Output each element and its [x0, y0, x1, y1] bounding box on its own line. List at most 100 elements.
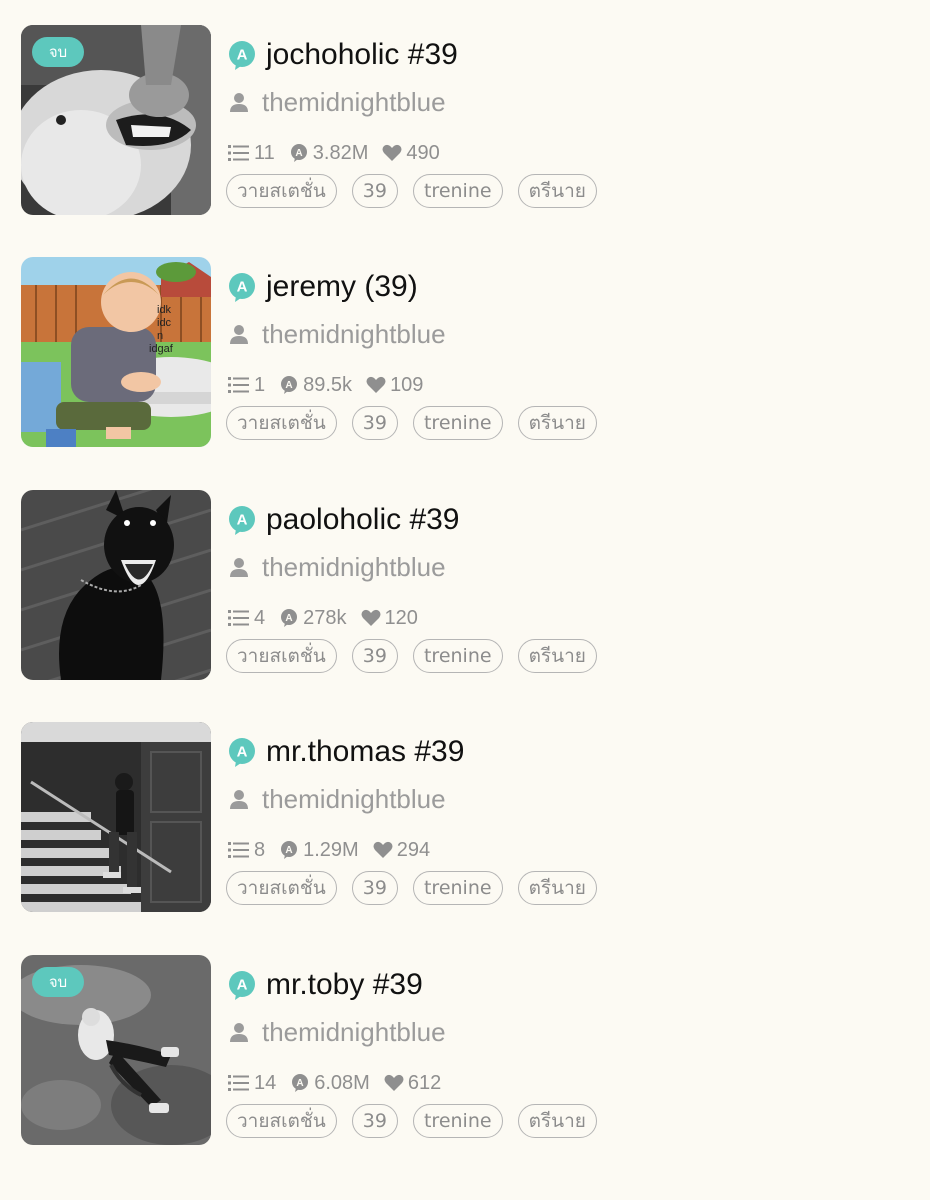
app-logo-icon: A — [226, 969, 258, 1001]
person-icon — [228, 1021, 250, 1043]
story-card[interactable]: A paoloholic #39 themidnightblue 4 A 278… — [0, 490, 930, 682]
tag-chip[interactable]: 39 — [351, 639, 398, 673]
tag-chip[interactable]: ตรีนาย — [517, 174, 597, 208]
tag-chip[interactable]: วายสเตชั่น — [226, 639, 337, 673]
story-title[interactable]: mr.thomas #39 — [266, 735, 464, 769]
cover-text: idk — [157, 304, 172, 316]
status-badge: จบ — [32, 967, 84, 997]
status-badge: จบ — [32, 37, 84, 67]
like-count: 109 — [366, 374, 423, 397]
cover-cartoon-boy-meme: idk idc n idgaf — [21, 257, 211, 447]
views-icon: A — [290, 144, 307, 162]
svg-text:A: A — [286, 380, 293, 391]
list-icon — [228, 145, 249, 161]
like-count: 294 — [373, 839, 430, 862]
story-title[interactable]: paoloholic #39 — [266, 503, 460, 537]
tag-chip[interactable]: วายสเตชั่น — [226, 406, 337, 440]
heart-icon — [361, 609, 380, 626]
author-name[interactable]: themidnightblue — [262, 784, 446, 815]
list-icon — [228, 1075, 249, 1091]
story-cover[interactable]: จบ — [21, 25, 211, 215]
tag-chip[interactable]: trenine — [412, 1104, 503, 1138]
views-icon: A — [281, 841, 298, 859]
list-icon — [228, 842, 249, 858]
story-cover[interactable]: idk idc n idgaf — [21, 257, 211, 447]
tag-chip[interactable]: 39 — [351, 1104, 398, 1138]
story-title[interactable]: jochoholic #39 — [266, 38, 458, 72]
tag-chip[interactable]: วายสเตชั่น — [226, 174, 337, 208]
tag-chip[interactable]: ตรีนาย — [517, 406, 597, 440]
svg-text:A: A — [295, 148, 302, 159]
chapter-count: 1 — [228, 374, 265, 397]
person-icon — [228, 556, 250, 578]
story-card[interactable]: idk idc n idgaf A jeremy (39) themidnigh… — [0, 257, 930, 449]
svg-text:A: A — [237, 977, 248, 994]
app-logo-icon: A — [226, 39, 258, 71]
views-icon: A — [292, 1074, 309, 1092]
svg-text:A: A — [286, 613, 293, 624]
story-cover[interactable] — [21, 722, 211, 912]
views-icon: A — [281, 376, 298, 394]
svg-text:A: A — [237, 279, 248, 296]
person-icon — [228, 323, 250, 345]
view-count: A 278k — [279, 607, 347, 630]
list-icon — [228, 377, 249, 393]
chapter-count: 14 — [228, 1072, 276, 1095]
svg-text:A: A — [237, 47, 248, 64]
svg-text:A: A — [237, 512, 248, 529]
heart-icon — [373, 841, 393, 858]
person-icon — [228, 91, 250, 113]
chapter-count: 11 — [228, 142, 275, 165]
cover-text: idc — [157, 317, 172, 329]
story-cover[interactable]: จบ — [21, 955, 211, 1145]
like-count: 490 — [382, 142, 440, 165]
view-count: A 89.5k — [279, 374, 352, 397]
svg-text:A: A — [297, 1078, 304, 1089]
like-count: 120 — [361, 607, 418, 630]
tag-chip[interactable]: 39 — [351, 406, 398, 440]
app-logo-icon: A — [226, 271, 258, 303]
list-icon — [228, 610, 249, 626]
like-count: 612 — [384, 1072, 441, 1095]
cover-man-on-stairs — [21, 722, 211, 912]
cover-text: idgaf — [149, 343, 174, 355]
heart-icon — [366, 376, 386, 393]
tag-chip[interactable]: 39 — [351, 871, 398, 905]
story-card[interactable]: จบ A mr.toby #39 themidnightblue 14 A 6.… — [0, 955, 930, 1147]
tag-chip[interactable]: วายสเตชั่น — [226, 1104, 337, 1138]
tag-chip[interactable]: trenine — [412, 406, 503, 440]
author-name[interactable]: themidnightblue — [262, 87, 446, 118]
view-count: A 6.08M — [290, 1072, 370, 1095]
tag-chip[interactable]: trenine — [412, 639, 503, 673]
chapter-count: 4 — [228, 607, 265, 630]
cover-text: n — [157, 330, 163, 342]
app-logo-icon: A — [226, 736, 258, 768]
heart-icon — [384, 1074, 404, 1091]
view-count: A 3.82M — [289, 142, 368, 165]
story-title[interactable]: mr.toby #39 — [266, 968, 423, 1002]
tag-chip[interactable]: วายสเตชั่น — [226, 871, 337, 905]
story-cover[interactable] — [21, 490, 211, 680]
view-count: A 1.29M — [279, 839, 359, 862]
app-logo-icon: A — [226, 504, 258, 536]
tag-chip[interactable]: ตรีนาย — [517, 639, 597, 673]
tag-chip[interactable]: trenine — [412, 174, 503, 208]
person-icon — [228, 788, 250, 810]
svg-text:A: A — [237, 744, 248, 761]
tag-chip[interactable]: ตรีนาย — [517, 871, 597, 905]
author-name[interactable]: themidnightblue — [262, 1017, 446, 1048]
story-card[interactable]: A mr.thomas #39 themidnightblue 8 A 1.29… — [0, 722, 930, 914]
tag-chip[interactable]: trenine — [412, 871, 503, 905]
story-title[interactable]: jeremy (39) — [266, 270, 418, 304]
cover-black-doberman — [21, 490, 211, 680]
story-list: จบ A jochoholic #39 themidnightblue 11 A… — [0, 0, 930, 1200]
story-card[interactable]: จบ A jochoholic #39 themidnightblue 11 A… — [0, 25, 930, 217]
svg-text:A: A — [286, 845, 293, 856]
chapter-count: 8 — [228, 839, 265, 862]
author-name[interactable]: themidnightblue — [262, 552, 446, 583]
tag-chip[interactable]: 39 — [351, 174, 398, 208]
tag-chip[interactable]: ตรีนาย — [517, 1104, 597, 1138]
author-name[interactable]: themidnightblue — [262, 319, 446, 350]
views-icon: A — [281, 609, 298, 627]
heart-icon — [382, 144, 402, 161]
